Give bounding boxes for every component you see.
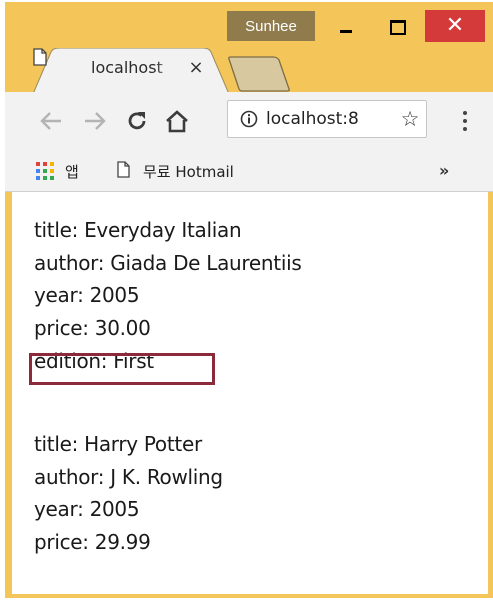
book-author: author: Giada De Laurentiis xyxy=(34,250,302,275)
menu-dot-icon xyxy=(463,119,467,123)
book-price: price: 30.00 xyxy=(34,316,151,341)
reload-icon xyxy=(128,112,146,130)
apps-label[interactable]: 앱 xyxy=(65,161,79,182)
page-content: title: Everyday Italian author: Giada De… xyxy=(12,192,488,594)
address-bar[interactable]: localhost:8 ☆ xyxy=(227,100,427,138)
book-entry: title: Everyday Italian author: Giada De… xyxy=(34,214,302,378)
close-window-button[interactable]: ✕ xyxy=(425,10,485,42)
browser-window: Sunhee ✕ localhost × localhost:8 ☆ 앱 무료 … xyxy=(5,2,493,598)
forward-button[interactable] xyxy=(79,104,111,138)
bookmarks-bar: 앱 무료 Hotmail » xyxy=(5,152,493,192)
menu-dot-icon xyxy=(463,111,467,115)
info-icon[interactable] xyxy=(240,110,258,128)
bookmarks-overflow-button[interactable]: » xyxy=(439,161,449,180)
menu-dot-icon xyxy=(463,127,467,131)
book-author: author: J K. Rowling xyxy=(34,464,223,489)
book-title: title: Harry Potter xyxy=(34,432,202,456)
new-tab-button[interactable] xyxy=(225,56,291,92)
maximize-button[interactable] xyxy=(375,12,421,42)
browser-toolbar: localhost:8 ☆ xyxy=(5,92,493,152)
page-icon xyxy=(117,161,130,178)
close-icon: ✕ xyxy=(445,13,465,38)
reload-button[interactable] xyxy=(121,104,153,138)
minimize-button[interactable] xyxy=(323,12,369,42)
maximize-icon xyxy=(390,19,406,35)
book-year: year: 2005 xyxy=(34,497,140,522)
url-text[interactable]: localhost:8 xyxy=(266,109,384,131)
back-button[interactable] xyxy=(35,104,67,138)
apps-grid-icon[interactable] xyxy=(36,162,54,180)
book-edition: edition: First xyxy=(34,348,154,373)
book-title: title: Everyday Italian xyxy=(34,218,242,242)
bookmark-star-icon[interactable]: ☆ xyxy=(398,106,422,132)
book-year: year: 2005 xyxy=(34,283,140,308)
back-arrow-icon xyxy=(40,112,61,130)
page-icon xyxy=(33,48,47,66)
profile-name-badge[interactable]: Sunhee xyxy=(227,11,315,41)
minimize-icon xyxy=(340,29,352,33)
forward-arrow-icon xyxy=(85,112,106,130)
tab-close-icon[interactable]: × xyxy=(185,55,207,79)
bookmark-label: 무료 Hotmail xyxy=(143,163,234,181)
browser-menu-button[interactable] xyxy=(453,106,477,136)
book-entry: title: Harry Potter author: J K. Rowling… xyxy=(34,428,223,559)
home-button[interactable] xyxy=(161,104,193,138)
book-price: price: 29.99 xyxy=(34,530,151,555)
tab-title: localhost xyxy=(91,58,163,77)
tab-localhost[interactable]: localhost × xyxy=(33,48,229,94)
home-icon xyxy=(166,110,188,133)
